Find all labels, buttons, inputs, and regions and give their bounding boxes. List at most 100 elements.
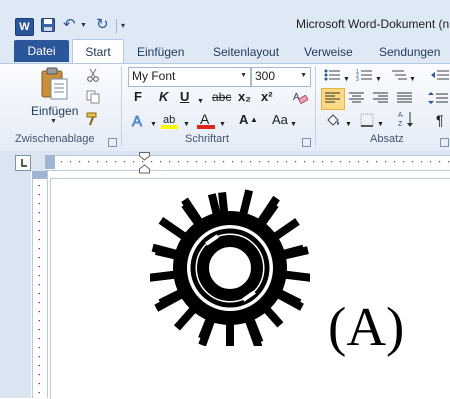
clear-formatting-icon[interactable]: A <box>292 89 308 105</box>
ruler-tick <box>277 161 279 163</box>
borders-dropdown-icon[interactable]: ▼ <box>377 117 384 133</box>
font-name-combobox[interactable]: My Font ▼ <box>128 67 251 87</box>
borders-icon[interactable] <box>360 113 374 127</box>
vertical-ruler-tick <box>38 212 40 214</box>
grow-font-button[interactable]: A <box>239 112 248 128</box>
underline-button[interactable]: U <box>180 89 189 105</box>
ruler-tick <box>178 161 180 163</box>
grow-font-arrow-icon: ▲ <box>250 115 258 124</box>
font-dialog-launcher-icon[interactable] <box>302 138 311 147</box>
tab-file[interactable]: Datei <box>14 40 69 62</box>
font-size-dropdown-icon[interactable]: ▼ <box>300 72 307 79</box>
format-painter-icon[interactable] <box>86 112 100 126</box>
italic-button[interactable]: K <box>159 89 168 105</box>
indent-marker-icon[interactable] <box>139 152 150 174</box>
bullets-dropdown-icon[interactable]: ▼ <box>343 72 350 88</box>
tab-stop-left-icon <box>21 159 27 167</box>
ruler-tick <box>313 161 315 163</box>
subscript-button[interactable]: x₂ <box>238 89 251 105</box>
align-right-icon[interactable] <box>373 91 388 105</box>
ruler-tick <box>133 161 135 163</box>
qat-separator <box>116 19 117 33</box>
ruler-tick <box>232 161 234 163</box>
numbering-icon[interactable]: 1 2 3 <box>356 68 374 82</box>
document-caption-text[interactable]: (A) <box>328 295 404 358</box>
tab-insert[interactable]: Einfügen <box>137 42 184 62</box>
sun-glyph-image[interactable] <box>150 186 310 346</box>
ruler-tick <box>448 161 450 163</box>
tab-selector-button[interactable] <box>15 155 31 171</box>
ruler-tick <box>349 161 351 163</box>
superscript-button[interactable]: x² <box>261 89 273 105</box>
paste-dropdown-icon[interactable]: ▼ <box>50 118 57 125</box>
left-margin-area <box>0 171 31 398</box>
change-case-dropdown-icon[interactable]: ▼ <box>290 117 297 133</box>
undo-icon[interactable]: ↶ <box>63 17 77 33</box>
bold-button[interactable]: F <box>134 89 142 105</box>
font-name-dropdown-icon[interactable]: ▼ <box>240 72 247 79</box>
strikethrough-button[interactable]: abc <box>212 89 231 105</box>
line-spacing-icon[interactable] <box>428 91 448 105</box>
ruler-tick <box>358 161 360 163</box>
multilevel-list-dropdown-icon[interactable]: ▼ <box>409 72 416 88</box>
clipboard-paste-icon[interactable] <box>40 67 70 101</box>
change-case-button[interactable]: Aa <box>272 112 288 128</box>
save-icon[interactable] <box>41 18 55 32</box>
vertical-ruler-tick <box>38 194 40 196</box>
highlight-dropdown-icon[interactable]: ▼ <box>183 117 190 133</box>
clipboard-dialog-launcher-icon[interactable] <box>108 138 117 147</box>
vertical-ruler-tick <box>38 320 40 322</box>
paste-button-label[interactable]: Einfügen <box>31 104 78 118</box>
customize-qat-icon[interactable]: ▾ <box>121 21 125 30</box>
font-size-combobox[interactable]: 300 ▼ <box>251 67 311 87</box>
tab-references[interactable]: Verweise <box>304 42 353 62</box>
ruler-tick <box>124 161 126 163</box>
tab-page-layout[interactable]: Seitenlayout <box>213 42 279 62</box>
decrease-indent-icon[interactable] <box>431 68 449 82</box>
vertical-ruler-tick <box>38 383 40 385</box>
shading-icon[interactable] <box>325 112 341 128</box>
highlight-icon[interactable]: ab <box>160 110 180 130</box>
shading-dropdown-icon[interactable]: ▼ <box>345 117 352 133</box>
vertical-ruler-tick <box>38 329 40 331</box>
bullets-icon[interactable] <box>324 68 342 82</box>
numbering-dropdown-icon[interactable]: ▼ <box>375 72 382 88</box>
vertical-ruler-tick <box>38 239 40 241</box>
font-group-label: Schriftart <box>185 133 230 145</box>
undo-dropdown-icon[interactable]: ▼ <box>80 22 87 29</box>
word-app-icon[interactable]: W <box>15 18 34 36</box>
ruler-tick <box>367 161 369 163</box>
ruler-ticks <box>61 161 450 163</box>
tab-start[interactable]: Start <box>72 39 124 65</box>
ruler-tick <box>439 161 441 163</box>
font-color-icon[interactable]: A <box>196 110 216 130</box>
window-title: Microsoft Word-Dokument (n <box>296 17 450 31</box>
ruler-tick <box>340 161 342 163</box>
ruler-tick <box>97 161 99 163</box>
svg-text:A: A <box>132 113 142 129</box>
show-formatting-marks-icon[interactable]: ¶ <box>436 112 444 128</box>
vertical-ruler-tick <box>38 266 40 268</box>
text-effects-dropdown-icon[interactable]: ▼ <box>150 117 157 133</box>
ruler-tick <box>151 161 153 163</box>
justify-icon[interactable] <box>397 91 412 105</box>
multilevel-list-icon[interactable] <box>390 68 408 82</box>
font-color-dropdown-icon[interactable]: ▼ <box>219 117 226 133</box>
ruler-tick <box>421 161 423 163</box>
sort-icon[interactable]: A Z <box>398 110 414 128</box>
vertical-ruler-tick <box>38 248 40 250</box>
cut-icon[interactable] <box>86 68 100 82</box>
underline-dropdown-icon[interactable]: ▼ <box>197 94 204 110</box>
copy-icon[interactable] <box>86 90 100 104</box>
align-center-icon[interactable] <box>349 91 364 105</box>
ruler-tick <box>214 161 216 163</box>
text-effects-icon[interactable]: A <box>130 111 148 129</box>
ruler-tick <box>196 161 198 163</box>
vertical-ruler-tick <box>38 257 40 259</box>
tab-mailings[interactable]: Sendungen <box>379 42 440 62</box>
group-separator <box>315 66 316 146</box>
redo-icon[interactable]: ↻ <box>96 17 110 33</box>
ruler-tick <box>241 161 243 163</box>
vertical-ruler-tick <box>38 311 40 313</box>
paragraph-dialog-launcher-icon[interactable] <box>440 138 449 147</box>
